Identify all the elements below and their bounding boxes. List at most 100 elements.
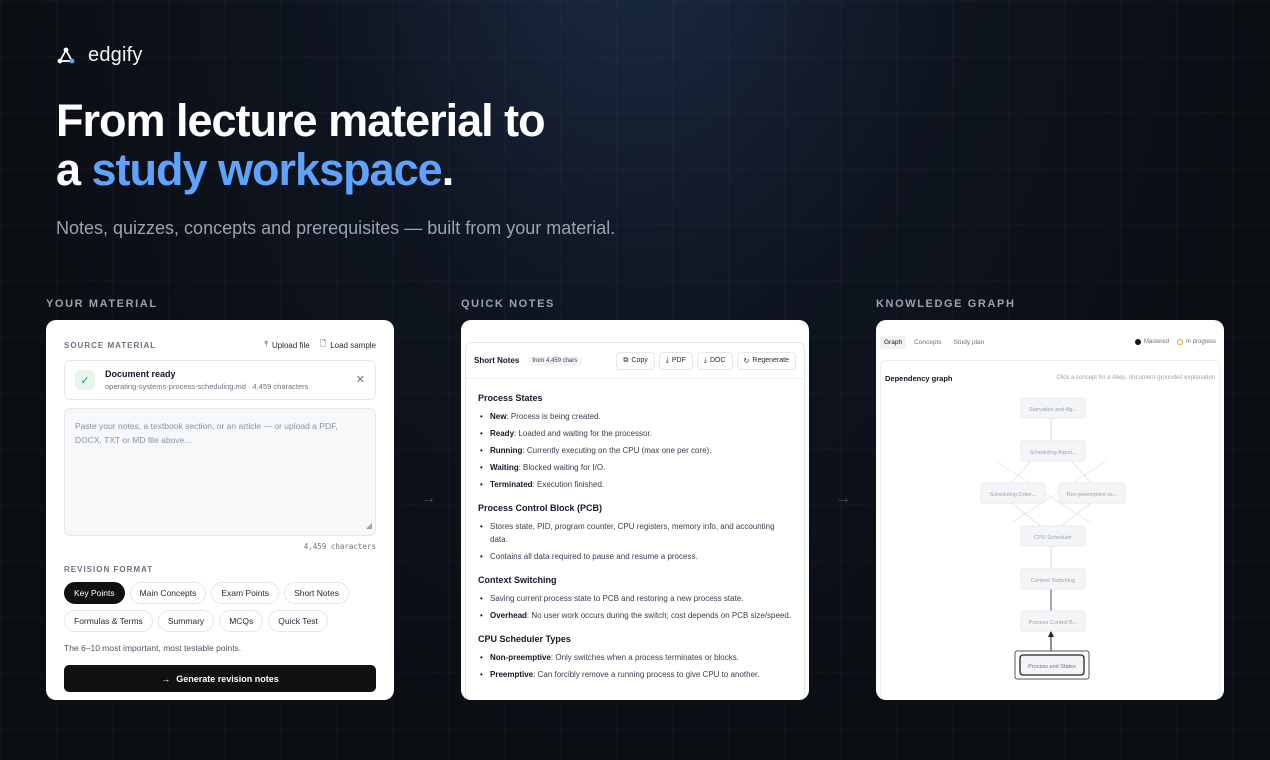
graph-node[interactable]: Context Switching bbox=[1020, 568, 1086, 590]
graph-edge bbox=[1010, 460, 1032, 484]
list-item: Waiting: Blocked waiting for I/O. bbox=[478, 461, 792, 474]
list-item: Non-preemptive: Only switches when a pro… bbox=[478, 651, 792, 664]
graph-panel: Dependency graph Click a concept for a d… bbox=[880, 360, 1220, 700]
material-textarea[interactable]: Paste your notes, a textbook section, or… bbox=[64, 408, 376, 536]
hero-subtitle: Notes, quizzes, concepts and prerequisit… bbox=[56, 218, 616, 238]
graph-edge bbox=[1070, 460, 1092, 484]
format-chips: Key Points Main Concepts Exam Points Sho… bbox=[64, 582, 376, 632]
svg-text:Starvation and Ag...: Starvation and Ag... bbox=[1029, 407, 1077, 413]
format-chip-mcqs[interactable]: MCQs bbox=[219, 610, 264, 632]
hero-title-prefix: a bbox=[56, 144, 92, 195]
load-sample-button[interactable]: 🗋 Load sample bbox=[320, 338, 376, 352]
check-icon: ✓ bbox=[75, 370, 95, 390]
arrow-right-icon: → bbox=[420, 490, 436, 507]
format-chip-exam-points[interactable]: Exam Points bbox=[211, 582, 280, 604]
graph-node[interactable]: CPU Scheduler bbox=[1020, 525, 1086, 547]
hero-title-accent: study workspace bbox=[91, 144, 443, 195]
copy-icon: ⧉ bbox=[623, 356, 629, 364]
svg-text:Scheduling Criter...: Scheduling Criter... bbox=[990, 492, 1037, 498]
list-item: New: Process is being created. bbox=[478, 410, 792, 423]
format-chip-summary[interactable]: Summary bbox=[157, 610, 215, 632]
download-icon: ⤓ bbox=[703, 356, 707, 364]
close-icon[interactable]: ✕ bbox=[356, 373, 365, 386]
textarea-placeholder: Paste your notes, a textbook section, or… bbox=[75, 421, 338, 445]
upload-icon: ⤒ bbox=[264, 340, 268, 349]
graph-node-selected[interactable]: Process and States bbox=[1014, 650, 1090, 680]
graph-card: Graph Concepts Study plan Mastered In pr… bbox=[876, 320, 1224, 700]
upload-file-button[interactable]: ⤒ Upload file bbox=[264, 338, 309, 352]
format-description: The 6–10 most important, most testable p… bbox=[64, 643, 242, 653]
svg-text:Non-preemptive vs...: Non-preemptive vs... bbox=[1067, 492, 1118, 498]
document-meta: operating-systems-process-scheduling.md … bbox=[105, 382, 309, 391]
triangle-nodes-icon bbox=[57, 47, 75, 63]
list-item: Overhead: No user work occurs during the… bbox=[478, 609, 792, 622]
tab-study-plan[interactable]: Study plan bbox=[950, 336, 989, 349]
character-count: 4,459 characters bbox=[303, 542, 376, 551]
tab-graph[interactable]: Graph bbox=[880, 336, 907, 349]
legend-in-progress: In progress bbox=[1176, 339, 1216, 345]
format-chip-main-concepts[interactable]: Main Concepts bbox=[129, 582, 207, 604]
section-title: Process Control Block (PCB) bbox=[478, 503, 603, 513]
notes-card: Short Notes from 4,459 chars ⧉ Copy ⤓ PDF … bbox=[461, 320, 809, 700]
legend-dot bbox=[1176, 339, 1183, 345]
list-item: Ready: Loaded and waiting for the proces… bbox=[478, 427, 792, 440]
legend-mastered: Mastered bbox=[1134, 339, 1169, 345]
format-chip-key-points[interactable]: Key Points bbox=[64, 582, 125, 604]
list-item: Stores state, PID, program counter, CPU … bbox=[478, 520, 792, 546]
format-chip-quick-test[interactable]: Quick Test bbox=[268, 610, 328, 632]
document-icon: 🗋 bbox=[319, 339, 327, 348]
section-title: Context Switching bbox=[478, 575, 557, 585]
notes-source-badge: from 4,459 chars bbox=[527, 355, 583, 366]
hero-title-suffix: . bbox=[441, 144, 454, 195]
list-item: Contains all data required to pause and … bbox=[478, 550, 792, 563]
dependency-graph: Starvation and Ag... Scheduling Algori..… bbox=[980, 397, 1126, 680]
list-item: Saving current process state to PCB and … bbox=[478, 592, 792, 605]
notes-title: Short Notes bbox=[474, 356, 520, 365]
graph-node[interactable]: Starvation and Ag... bbox=[1020, 397, 1086, 419]
document-status-title: Document ready bbox=[105, 369, 176, 379]
doc-button[interactable]: ⤓ DOC bbox=[696, 351, 733, 370]
format-chip-formulas-terms[interactable]: Formulas & Terms bbox=[64, 610, 153, 632]
svg-text:Process and States: Process and States bbox=[1028, 664, 1076, 670]
list-item: Running: Currently executing on the CPU … bbox=[478, 444, 792, 457]
download-icon: ⤓ bbox=[665, 356, 669, 364]
arrow-right-icon: → bbox=[835, 490, 851, 507]
column-label-graph: KNOWLEDGE GRAPH bbox=[876, 298, 1016, 310]
section-title: Process States bbox=[478, 393, 543, 403]
hero-title-line1: From lecture material to bbox=[56, 95, 546, 146]
refresh-icon: ↻ bbox=[743, 357, 750, 365]
hero: From lecture material to a study workspa… bbox=[56, 96, 615, 239]
svg-text:Process Control B...: Process Control B... bbox=[1029, 620, 1078, 626]
revision-format-label: REVISION FORMAT bbox=[64, 565, 154, 574]
brand-name: edgify bbox=[88, 44, 143, 66]
hero-title: From lecture material to a study workspa… bbox=[56, 96, 615, 194]
graph-legend: Mastered In progress bbox=[1134, 339, 1216, 345]
brand[interactable]: edgify bbox=[56, 44, 143, 67]
svg-text:Scheduling Algori...: Scheduling Algori... bbox=[1029, 450, 1077, 456]
svg-text:Context Switching: Context Switching bbox=[1031, 578, 1075, 584]
document-status: ✓ Document ready operating-systems-proce… bbox=[64, 360, 376, 400]
graph-node[interactable]: Non-preemptive vs... bbox=[1058, 482, 1126, 504]
column-label-material: YOUR MATERIAL bbox=[46, 298, 158, 310]
material-card: SOURCE MATERIAL ⤒ Upload file 🗋 Load sampl… bbox=[46, 320, 394, 700]
graph-node[interactable]: Scheduling Algori... bbox=[1020, 440, 1086, 462]
regenerate-button[interactable]: ↻ Regenerate bbox=[736, 351, 796, 370]
tab-concepts[interactable]: Concepts bbox=[910, 336, 945, 349]
notes-content: Process States New: Process is being cre… bbox=[466, 379, 804, 693]
svg-text:CPU Scheduler: CPU Scheduler bbox=[1034, 535, 1072, 541]
list-item: Terminated: Execution finished. bbox=[478, 478, 792, 491]
graph-node[interactable]: Process Control B... bbox=[1020, 610, 1086, 632]
graph-tabs: Graph Concepts Study plan bbox=[880, 336, 988, 349]
section-title: CPU Scheduler Types bbox=[478, 634, 571, 644]
graph-node[interactable]: Scheduling Criter... bbox=[980, 482, 1046, 504]
copy-button[interactable]: ⧉ Copy bbox=[616, 351, 655, 370]
pdf-button[interactable]: ⤓ PDF bbox=[658, 351, 693, 370]
resize-handle-icon[interactable]: ◢ bbox=[366, 519, 372, 533]
source-material-label: SOURCE MATERIAL bbox=[64, 340, 157, 350]
format-chip-short-notes[interactable]: Short Notes bbox=[284, 582, 349, 604]
generate-revision-notes-button[interactable]: → Generate revision notes bbox=[64, 665, 376, 692]
legend-dot bbox=[1134, 339, 1141, 345]
column-label-notes: QUICK NOTES bbox=[461, 298, 555, 310]
arrow-right-icon: → bbox=[161, 673, 171, 684]
list-item: Preemptive: Can forcibly remove a runnin… bbox=[478, 668, 792, 681]
